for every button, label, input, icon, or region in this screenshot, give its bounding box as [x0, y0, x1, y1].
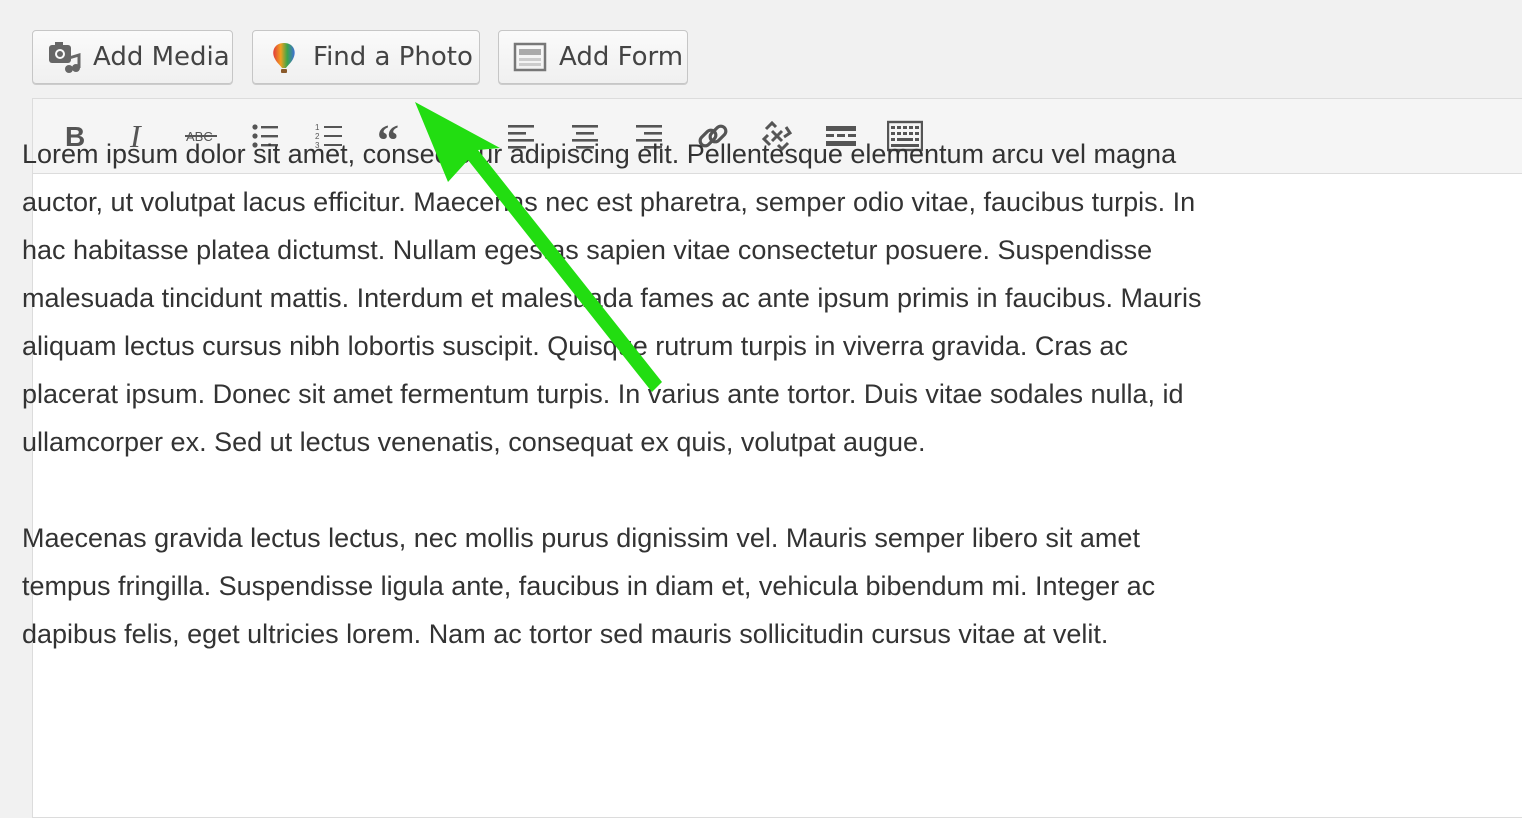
- find-photo-button[interactable]: Find a Photo: [252, 30, 480, 84]
- add-form-label: Add Form: [559, 42, 684, 72]
- paragraph: Maecenas gravida lectus lectus, nec moll…: [22, 523, 1156, 649]
- find-photo-label: Find a Photo: [313, 42, 473, 72]
- balloon-icon: [267, 40, 301, 74]
- add-media-label: Add Media: [93, 42, 230, 72]
- post-content[interactable]: Lorem ipsum dolor sit amet, consectetur …: [22, 130, 1202, 706]
- add-form-button[interactable]: Add Form: [498, 30, 688, 84]
- form-icon: [513, 40, 547, 74]
- paragraph: Lorem ipsum dolor sit amet, consectetur …: [22, 139, 1202, 457]
- camera-music-icon: [47, 40, 81, 74]
- add-media-button[interactable]: Add Media: [32, 30, 233, 84]
